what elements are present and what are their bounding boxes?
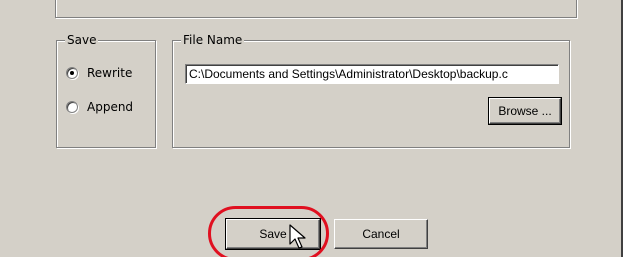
save-groupbox: Save Rewrite Append [56,33,156,148]
radio-checked-icon[interactable] [66,67,78,79]
upper-panel-frame [55,0,577,18]
dialog-window: Save Rewrite Append File Name C:\Documen… [0,0,623,270]
outside-area [0,257,638,270]
cancel-button[interactable]: Cancel [334,219,428,249]
radio-rewrite[interactable]: Rewrite [66,66,132,80]
file-name-groupbox: File Name C:\Documents and Settings\Admi… [172,33,570,148]
radio-unchecked-icon[interactable] [66,101,78,113]
radio-append-label: Append [87,100,134,114]
save-group-title: Save [65,33,99,47]
file-name-group-title: File Name [181,33,245,47]
browse-button[interactable]: Browse ... [488,97,562,125]
radio-rewrite-label: Rewrite [87,66,133,80]
file-path-input[interactable]: C:\Documents and Settings\Administrator\… [185,64,559,84]
radio-append[interactable]: Append [66,100,133,114]
arrow-cursor-icon [289,224,306,249]
